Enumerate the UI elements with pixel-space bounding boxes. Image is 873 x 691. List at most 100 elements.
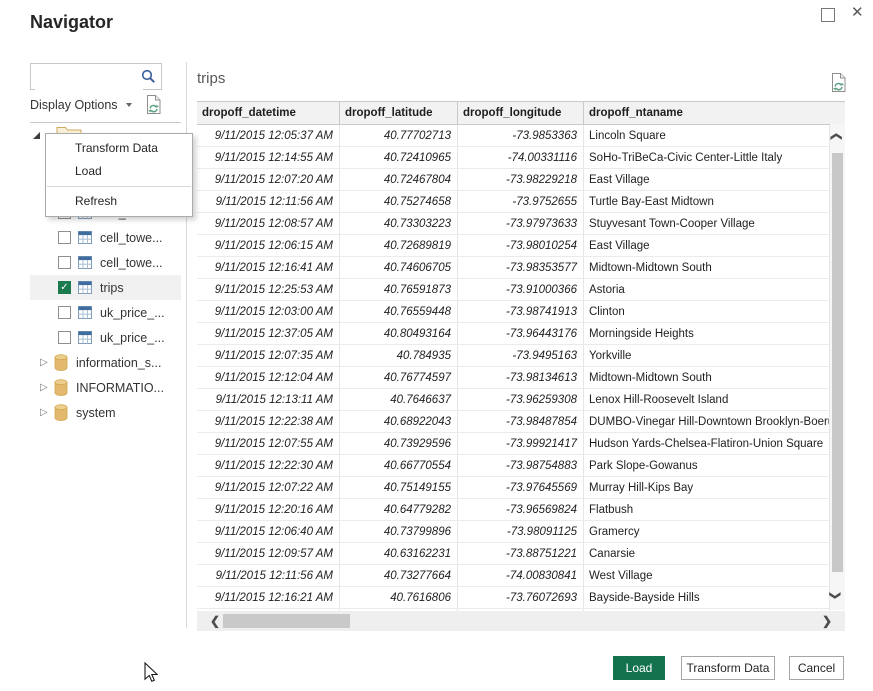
- context-menu: Transform DataLoad Refresh: [45, 133, 193, 217]
- column-header-dropoff_latitude[interactable]: dropoff_latitude: [340, 102, 458, 124]
- checkbox[interactable]: [58, 306, 71, 319]
- table-cell: 40.76774597: [340, 367, 458, 388]
- scroll-left-icon[interactable]: ❮: [210, 614, 220, 628]
- refresh-icon[interactable]: [145, 94, 162, 120]
- search-box[interactable]: [30, 63, 162, 90]
- tree-item-label: uk_price_...: [100, 331, 165, 345]
- table-cell: Park Slope-Gowanus: [584, 455, 830, 476]
- checkbox[interactable]: [58, 231, 71, 244]
- table-cell: 40.76559448: [340, 301, 458, 322]
- table-cell: Gramercy: [584, 521, 830, 542]
- table-cell: -73.9752655: [458, 191, 584, 212]
- menu-item-transform-data[interactable]: Transform Data: [46, 137, 192, 160]
- expanded-triangle-icon[interactable]: [33, 132, 40, 139]
- vertical-scroll-thumb[interactable]: [832, 153, 843, 572]
- column-header-dropoff_ntaname[interactable]: dropoff_ntaname: [584, 102, 845, 124]
- tree-item-cell-towe[interactable]: cell_towe...: [30, 225, 181, 250]
- table-cell: 9/11/2015 12:14:55 AM: [197, 147, 340, 168]
- tree-item-label: information_s...: [76, 356, 161, 370]
- table-cell: 40.72467804: [340, 169, 458, 190]
- preview-table: dropoff_datetimedropoff_latitudedropoff_…: [197, 101, 845, 631]
- scroll-right-icon[interactable]: ❯: [822, 614, 832, 628]
- table-cell: 9/11/2015 12:13:11 AM: [197, 389, 340, 410]
- table-row: 9/11/2015 12:13:11 AM40.7646637-73.96259…: [197, 389, 830, 411]
- table-cell: Stuyvesant Town-Cooper Village: [584, 213, 830, 234]
- tree-item-system[interactable]: ▷ system: [30, 400, 181, 425]
- table-cell: 9/11/2015 12:08:57 AM: [197, 213, 340, 234]
- horizontal-scrollbar[interactable]: ❮ ❯: [197, 611, 845, 631]
- table-row: 9/11/2015 12:05:37 AM40.77702713-73.9853…: [197, 125, 830, 147]
- refresh-preview-icon[interactable]: [830, 72, 847, 98]
- table-cell: 9/11/2015 12:11:56 AM: [197, 191, 340, 212]
- table-cell: Canarsie: [584, 543, 830, 564]
- expand-chevron-icon[interactable]: ▷: [40, 382, 52, 393]
- table-cell: 40.73303223: [340, 213, 458, 234]
- table-row: 9/11/2015 12:07:20 AM40.72467804-73.9822…: [197, 169, 830, 191]
- table-cell: 9/11/2015 12:11:56 AM: [197, 565, 340, 586]
- table-cell: 9/11/2015 12:25:53 AM: [197, 279, 340, 300]
- checkbox[interactable]: ✓: [58, 281, 71, 294]
- table-cell: -74.00331116: [458, 147, 584, 168]
- cancel-button[interactable]: Cancel: [789, 656, 844, 680]
- table-cell: 40.77702713: [340, 125, 458, 146]
- table-cell: Morningside Heights: [584, 323, 830, 344]
- expand-chevron-icon[interactable]: ▷: [40, 357, 52, 368]
- checkbox[interactable]: [58, 256, 71, 269]
- table-row: 9/11/2015 12:07:22 AM40.75149155-73.9764…: [197, 477, 830, 499]
- vertical-scrollbar[interactable]: ❯ ❯: [830, 124, 845, 610]
- table-cell: -73.76072693: [458, 587, 584, 608]
- transform-data-button[interactable]: Transform Data: [681, 656, 775, 680]
- table-cell: Midtown-Midtown South: [584, 257, 830, 278]
- maximize-icon[interactable]: [821, 8, 835, 22]
- tree-item-information-s[interactable]: ▷ information_s...: [30, 350, 181, 375]
- table-row: 9/11/2015 12:11:56 AM40.73277664-74.0083…: [197, 565, 830, 587]
- close-icon[interactable]: ✕: [851, 3, 864, 23]
- table-row: 9/11/2015 12:06:15 AM40.72689819-73.9801…: [197, 235, 830, 257]
- load-button[interactable]: Load: [613, 656, 665, 680]
- column-header-dropoff_longitude[interactable]: dropoff_longitude: [458, 102, 584, 124]
- mouse-cursor: [144, 662, 158, 688]
- table-cell: -73.97973633: [458, 213, 584, 234]
- table-cell: -73.91000366: [458, 279, 584, 300]
- table-cell: 9/11/2015 12:37:05 AM: [197, 323, 340, 344]
- table-cell: 40.74606705: [340, 257, 458, 278]
- table-cell: West Village: [584, 565, 830, 586]
- table-icon: [78, 231, 92, 244]
- display-options-dropdown[interactable]: Display Options: [30, 98, 132, 112]
- menu-item-load[interactable]: Load: [46, 160, 192, 183]
- horizontal-scroll-thumb[interactable]: [223, 614, 350, 628]
- table-row: 9/11/2015 12:25:53 AM40.76591873-73.9100…: [197, 279, 830, 301]
- tree-item-label: cell_towe...: [100, 256, 163, 270]
- table-cell: 40.64779282: [340, 499, 458, 520]
- table-cell: Midtown-Midtown South: [584, 367, 830, 388]
- table-cell: 40.7616806: [340, 587, 458, 608]
- table-cell: East Village: [584, 235, 830, 256]
- table-cell: Murray Hill-Kips Bay: [584, 477, 830, 498]
- table-cell: 40.72410965: [340, 147, 458, 168]
- table-cell: -73.98010254: [458, 235, 584, 256]
- table-cell: 40.76591873: [340, 279, 458, 300]
- tree-item-cell-towe[interactable]: cell_towe...: [30, 250, 181, 275]
- tree-item-label: system: [76, 406, 116, 420]
- checkbox[interactable]: [58, 331, 71, 344]
- scroll-up-icon[interactable]: ❯: [829, 132, 842, 141]
- table-cell: 40.72689819: [340, 235, 458, 256]
- tree-item-trips[interactable]: ✓ trips: [30, 275, 181, 300]
- table-icon: [78, 306, 92, 319]
- tree-item-uk-price[interactable]: uk_price_...: [30, 325, 181, 350]
- table-cell: 40.73929596: [340, 433, 458, 454]
- column-header-dropoff_datetime[interactable]: dropoff_datetime: [197, 102, 340, 124]
- menu-item-refresh[interactable]: Refresh: [46, 190, 192, 213]
- search-input[interactable]: [35, 65, 143, 90]
- expand-chevron-icon[interactable]: ▷: [40, 407, 52, 418]
- chevron-down-icon: [126, 103, 132, 107]
- table-cell: Flatbush: [584, 499, 830, 520]
- table-row: 9/11/2015 12:11:56 AM40.75274658-73.9752…: [197, 191, 830, 213]
- display-options-label: Display Options: [30, 98, 118, 112]
- table-cell: -73.98487854: [458, 411, 584, 432]
- table-cell: -73.96259308: [458, 389, 584, 410]
- scroll-down-icon[interactable]: ❯: [829, 591, 842, 600]
- tree-item-uk-price[interactable]: uk_price_...: [30, 300, 181, 325]
- tree-item-informatio[interactable]: ▷ INFORMATIO...: [30, 375, 181, 400]
- table-cell: -74.00830841: [458, 565, 584, 586]
